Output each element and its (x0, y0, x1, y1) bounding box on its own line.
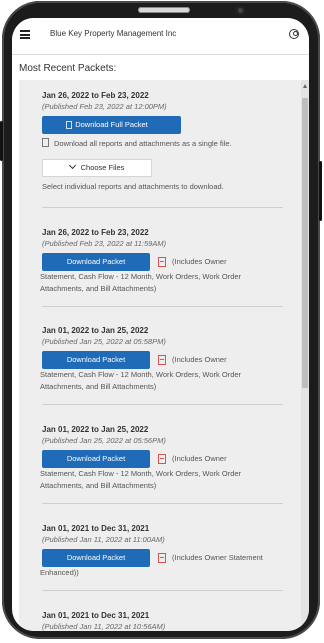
camera-icon (236, 6, 245, 15)
app-title: Blue Key Property Management Inc (50, 29, 177, 38)
packet-published: (Published Jan 11, 2022 at 11:00AM) (42, 535, 165, 544)
divider (42, 503, 283, 504)
pdf-icon (158, 454, 166, 464)
packet-title: Jan 01, 2022 to Jan 25, 2022 (42, 326, 149, 335)
packet-item: Jan 26, 2022 to Feb 23, 2022 (Published … (40, 227, 287, 294)
scroll-up-icon[interactable] (303, 84, 307, 88)
power-button (319, 161, 322, 221)
volume-button (0, 121, 3, 161)
packet-item: Jan 01, 2021 to Dec 31, 2021 (Published … (40, 523, 287, 579)
file-icon (66, 121, 72, 129)
divider (42, 306, 283, 307)
packet-includes: (Includes Owner Statement (172, 553, 263, 562)
download-full-desc: Download all reports and attachments as … (42, 138, 287, 149)
section-title: Most Recent Packets: (19, 63, 117, 74)
divider (42, 404, 283, 405)
packet-includes-cont: Statement, Cash Flow - 12 Month, Work Or… (40, 370, 242, 391)
packet-title: Jan 26, 2022 to Feb 23, 2022 (42, 228, 149, 237)
pdf-icon (158, 257, 166, 267)
packet-title: Jan 01, 2021 to Dec 31, 2021 (42, 611, 150, 620)
download-packet-button[interactable]: Download Packet (42, 351, 150, 369)
pdf-icon (158, 553, 166, 563)
download-packet-button[interactable]: Download Packet (42, 253, 150, 271)
screen: Blue Key Property Management Inc Most Re… (12, 18, 309, 631)
choose-files-button[interactable]: Choose Files (42, 159, 152, 177)
divider (42, 207, 283, 208)
top-bar: Blue Key Property Management Inc (12, 18, 309, 55)
packet-title: Jan 01, 2021 to Dec 31, 2021 (42, 524, 150, 533)
full-packet-block: Jan 26, 2022 to Feb 23, 2022 (Published … (42, 90, 287, 192)
packet-published: (Published Feb 23, 2022 at 12:00PM) (42, 102, 167, 111)
packet-title: Jan 01, 2022 to Jan 25, 2022 (42, 425, 149, 434)
speaker-grille (138, 7, 190, 13)
packet-item: Jan 01, 2022 to Jan 25, 2022 (Published … (40, 424, 287, 491)
packet-published: (Published Jan 11, 2022 at 10:56AM) (42, 622, 166, 631)
scroll-thumb[interactable] (302, 98, 308, 388)
scrollbar[interactable] (301, 80, 309, 631)
packet-includes-cont: Statement, Cash Flow - 12 Month, Work Or… (40, 272, 242, 293)
file-icon (42, 138, 49, 147)
download-packet-button[interactable]: Download Packet (42, 450, 150, 468)
download-full-packet-button[interactable]: Download Full Packet (42, 116, 181, 134)
packet-item: Jan 01, 2022 to Jan 25, 2022 (Published … (40, 325, 287, 392)
packet-includes: (Includes Owner (172, 355, 227, 364)
packet-includes: (Includes Owner (172, 454, 227, 463)
chevron-down-icon (68, 161, 76, 170)
menu-icon[interactable] (20, 30, 30, 39)
packet-includes-cont: Enhanced)) (40, 568, 79, 577)
packet-includes-cont: Statement, Cash Flow - 12 Month, Work Or… (40, 469, 242, 490)
packet-title: Jan 26, 2022 to Feb 23, 2022 (42, 91, 149, 100)
download-full-packet-label: Download Full Packet (75, 120, 148, 129)
packet-item: Jan 01, 2021 to Dec 31, 2021 (Published … (42, 610, 287, 631)
divider (42, 590, 283, 591)
packet-published: (Published Jan 25, 2022 at 05:56PM) (42, 436, 166, 445)
choose-files-desc: Select individual reports and attachment… (42, 182, 224, 191)
packet-published: (Published Jan 25, 2022 at 05:58PM) (42, 337, 166, 346)
choose-files-label: Choose Files (80, 163, 125, 172)
user-icon[interactable] (289, 29, 299, 39)
phone-frame: Blue Key Property Management Inc Most Re… (0, 1, 322, 639)
download-full-desc-text: Download all reports and attachments as … (54, 139, 232, 148)
download-packet-button[interactable]: Download Packet (42, 549, 150, 567)
packet-published: (Published Feb 23, 2022 at 11:59AM) (42, 239, 167, 248)
pdf-icon (158, 355, 166, 365)
packet-includes: (Includes Owner (172, 257, 227, 266)
